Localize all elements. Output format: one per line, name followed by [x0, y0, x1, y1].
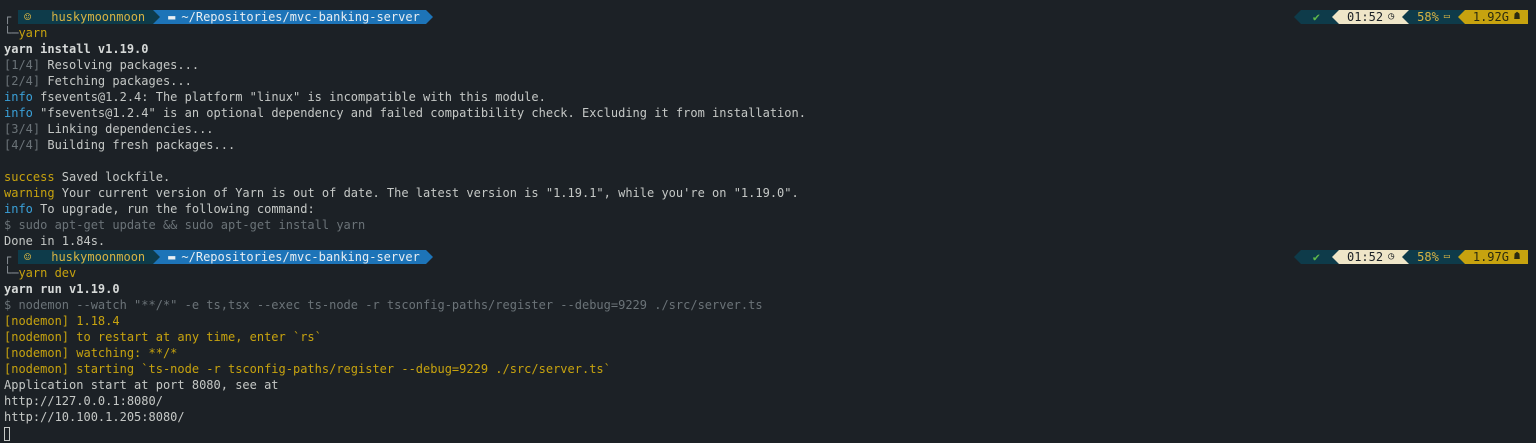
output-line: http://10.100.1.205:8080/	[4, 410, 185, 424]
status-ok-icon: ✔	[1300, 10, 1332, 24]
battery-level: 58%	[1417, 250, 1439, 264]
input-line[interactable]	[4, 425, 1532, 441]
output-line: [nodemon] 1.18.4	[4, 314, 120, 328]
time-segment: 01:52 ◷	[1338, 10, 1403, 24]
tree-bottom: └─	[4, 266, 19, 280]
output-line: $ nodemon --watch "**/*" -e ts,tsx --exe…	[4, 298, 763, 312]
prompt-user-segment: ☺ huskymoonmoon	[18, 10, 154, 24]
memory-icon: ☗	[1513, 11, 1520, 22]
prompt-username: huskymoonmoon	[51, 10, 146, 24]
status-ok-icon: ✔	[1300, 250, 1332, 264]
prompt-right-status: ✔ 01:52 ◷ 58% ▭ 1.92G ☗	[1293, 10, 1528, 24]
prompt-right-status: ✔ 01:52 ◷ 58% ▭ 1.97G ☗	[1293, 250, 1528, 264]
memory-usage: 1.92G	[1472, 10, 1509, 24]
tree-top: ┌	[4, 10, 12, 24]
output-line: http://127.0.0.1:8080/	[4, 394, 163, 408]
command-line-2: └─yarn dev	[4, 265, 1532, 281]
segment-separator-arrow	[153, 250, 161, 264]
battery-segment: 58% ▭	[1409, 250, 1458, 264]
prompt-line-1: ┌ ☺ huskymoonmoon ▬ ~/Repositories/mvc-b…	[4, 9, 1532, 25]
output-line: info fsevents@1.2.4: The platform "linux…	[4, 90, 546, 104]
user-icon: ☺	[24, 250, 32, 264]
memory-segment: 1.92G ☗	[1464, 10, 1528, 24]
prompt-dir-segment: ▬ ~/Repositories/mvc-banking-server	[160, 10, 426, 24]
folder-icon: ▬	[168, 250, 176, 264]
segment-separator-arrow	[1457, 10, 1465, 24]
output-line: info To upgrade, run the following comma…	[4, 202, 315, 216]
time-segment: 01:52 ◷	[1338, 250, 1403, 264]
prompt-user-segment: ☺ huskymoonmoon	[18, 250, 154, 264]
prompt-dir-segment: ▬ ~/Repositories/mvc-banking-server	[160, 250, 426, 264]
segment-separator-arrow	[1402, 250, 1410, 264]
prompt-username: huskymoonmoon	[51, 250, 146, 264]
battery-icon: ▭	[1443, 11, 1450, 22]
tree-bottom: └─	[4, 26, 19, 40]
output-line: [1/4] Resolving packages...	[4, 58, 200, 72]
output-line: yarn run v1.19.0	[4, 282, 120, 296]
output-line: warning Your current version of Yarn is …	[4, 186, 799, 200]
output-line: Application start at port 8080, see at	[4, 378, 279, 392]
battery-segment: 58% ▭	[1409, 10, 1458, 24]
segment-separator-arrow	[1331, 250, 1339, 264]
output-line: [nodemon] to restart at any time, enter …	[4, 330, 322, 344]
output-line: [3/4] Linking dependencies...	[4, 122, 214, 136]
output-line: yarn install v1.19.0	[4, 42, 149, 56]
segment-separator-arrow	[425, 10, 433, 24]
segment-separator-arrow	[1293, 250, 1301, 264]
prompt-directory: ~/Repositories/mvc-banking-server	[181, 10, 420, 24]
folder-icon: ▬	[168, 10, 176, 24]
prompt-directory: ~/Repositories/mvc-banking-server	[181, 250, 420, 264]
output-line: [nodemon] starting `ts-node -r tsconfig-…	[4, 362, 611, 376]
prompt-line-2: ┌ ☺ huskymoonmoon ▬ ~/Repositories/mvc-b…	[4, 249, 1532, 265]
output-line: [4/4] Building fresh packages...	[4, 138, 236, 152]
output-line: Done in 1.84s.	[4, 234, 106, 248]
segment-separator-arrow	[1457, 250, 1465, 264]
terminal-output[interactable]: ┌ ☺ huskymoonmoon ▬ ~/Repositories/mvc-b…	[4, 9, 1532, 441]
segment-separator-arrow	[1402, 10, 1410, 24]
user-icon: ☺	[24, 10, 32, 24]
output-line: [2/4] Fetching packages...	[4, 74, 192, 88]
output-line: info "fsevents@1.2.4" is an optional dep…	[4, 106, 806, 120]
memory-segment: 1.97G ☗	[1464, 250, 1528, 264]
command-line-1: └─yarn	[4, 25, 1532, 41]
battery-level: 58%	[1417, 10, 1439, 24]
terminal-cursor[interactable]	[4, 426, 10, 441]
entered-command: yarn dev	[18, 266, 77, 280]
segment-separator-arrow	[153, 10, 161, 24]
entered-command: yarn	[18, 26, 48, 40]
segment-separator-arrow	[1293, 10, 1301, 24]
battery-icon: ▭	[1443, 251, 1450, 262]
output-line: [nodemon] watching: **/*	[4, 346, 178, 360]
output-line: $ sudo apt-get update && sudo apt-get in…	[4, 218, 366, 232]
tree-top: ┌	[4, 250, 12, 264]
output-line: success Saved lockfile.	[4, 170, 171, 184]
memory-icon: ☗	[1513, 251, 1520, 262]
memory-usage: 1.97G	[1472, 250, 1509, 264]
segment-separator-arrow	[425, 250, 433, 264]
clock-icon: ◷	[1388, 251, 1395, 262]
segment-separator-arrow	[1331, 10, 1339, 24]
prompt-time: 01:52	[1346, 250, 1384, 264]
prompt-time: 01:52	[1346, 10, 1384, 24]
clock-icon: ◷	[1388, 11, 1395, 22]
